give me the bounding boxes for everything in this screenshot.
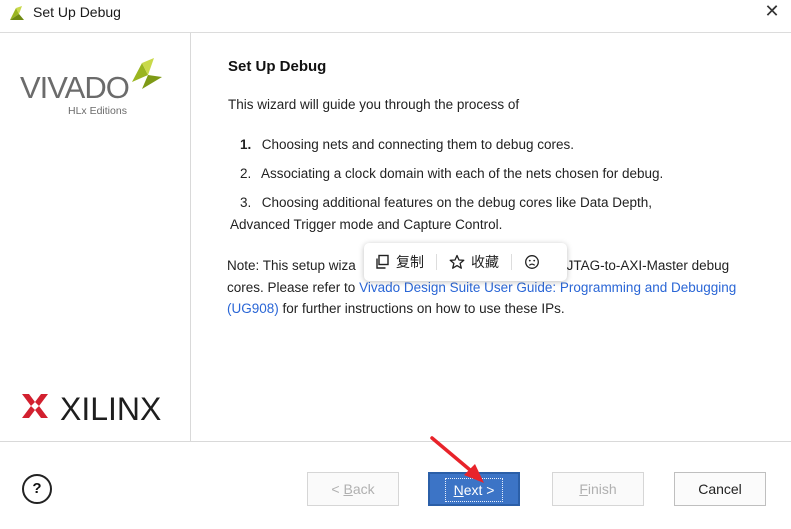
wizard-content: Set Up Debug This wizard will guide you …	[192, 33, 791, 441]
step-item: 3. Choosing additional features on the d…	[240, 195, 652, 210]
note-suffix: for further instructions on how to use t…	[278, 301, 565, 316]
title-bar: Set Up Debug ✕	[0, 0, 791, 26]
finish-button[interactable]: Finish	[552, 472, 644, 506]
feedback-button[interactable]	[524, 254, 540, 270]
step-text: Choosing additional features on the debu…	[261, 195, 653, 210]
back-button[interactable]: < Back	[307, 472, 399, 506]
step-number: 1.	[240, 137, 252, 152]
popup-divider	[511, 254, 512, 270]
xilinx-logo: XILINX	[22, 391, 161, 424]
vivado-logo: VIVADO HLx Editions	[20, 58, 162, 117]
close-icon[interactable]: ✕	[762, 1, 782, 21]
step-continuation: Advanced Trigger mode and Capture Contro…	[230, 217, 503, 232]
svg-text:XILINX: XILINX	[60, 391, 161, 424]
finish-label: Finish	[579, 481, 617, 497]
star-icon	[449, 254, 465, 269]
page-heading: Set Up Debug	[228, 58, 327, 75]
back-label: < Back	[331, 481, 375, 497]
step-number: 2.	[240, 166, 252, 181]
copy-icon	[376, 254, 389, 269]
svg-text:VIVADO: VIVADO	[20, 70, 129, 105]
intro-text: This wizard will guide you through the p…	[228, 97, 520, 112]
favorite-button[interactable]: 收藏	[449, 252, 499, 272]
step-text: Associating a clock domain with each of …	[261, 166, 664, 181]
cancel-button[interactable]: Cancel	[674, 472, 766, 506]
selection-popup: 复制 收藏	[364, 243, 567, 281]
step-text: Choosing nets and connecting them to deb…	[261, 137, 574, 152]
step-item: 1. Choosing nets and connecting them to …	[240, 137, 574, 152]
copy-label: 复制	[396, 254, 424, 270]
step-item: 2. Associating a clock domain with each …	[240, 166, 663, 181]
window-title: Set Up Debug	[33, 4, 121, 20]
button-bar: ? < Back Next > Finish Cancel	[0, 441, 791, 529]
next-label: Next >	[444, 478, 504, 502]
sad-face-icon	[525, 255, 539, 269]
popup-divider	[436, 254, 437, 270]
vivado-app-icon	[10, 6, 24, 20]
svg-text:HLx Editions: HLx Editions	[68, 105, 127, 117]
sidebar: VIVADO HLx Editions XILINX	[0, 33, 191, 441]
favorite-label: 收藏	[471, 254, 499, 270]
note-prefix: Note: This setup wiza	[227, 258, 356, 273]
help-button[interactable]: ?	[22, 474, 52, 504]
step-number: 3.	[240, 195, 252, 210]
cancel-label: Cancel	[698, 481, 742, 497]
next-button[interactable]: Next >	[428, 472, 520, 506]
copy-button[interactable]: 复制	[374, 252, 424, 272]
